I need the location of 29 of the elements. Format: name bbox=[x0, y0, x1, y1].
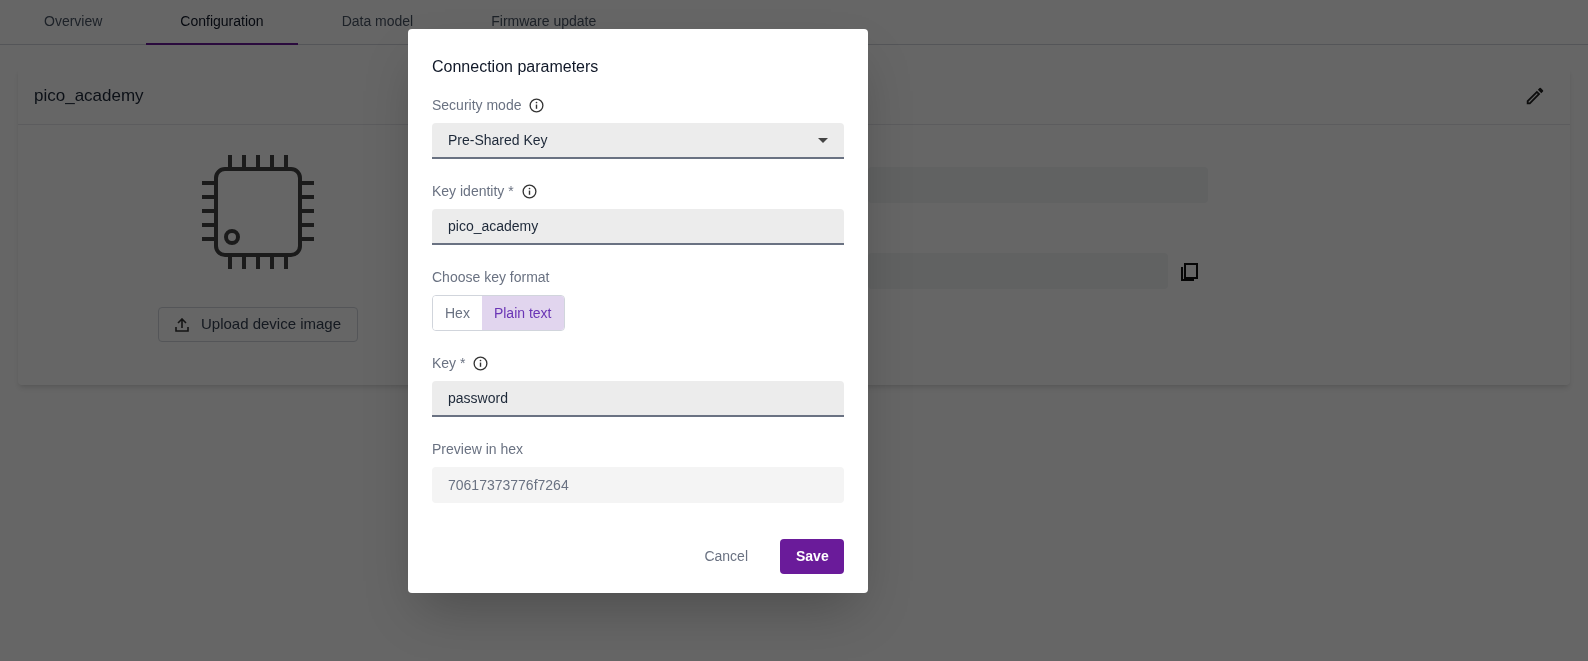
tab[interactable]: Data model bbox=[307, 0, 448, 45]
field-label: Key identity * bbox=[432, 182, 514, 201]
field-label: Key * bbox=[432, 354, 466, 373]
dropdown-caret-icon bbox=[818, 137, 828, 143]
input-field[interactable]: password bbox=[432, 381, 844, 417]
field-label: Choose key format bbox=[432, 268, 550, 287]
field-label: Security mode bbox=[432, 96, 522, 115]
save-button[interactable]: Save bbox=[780, 539, 844, 574]
upload-icon bbox=[174, 317, 189, 332]
info-icon[interactable] bbox=[473, 356, 489, 371]
info-icon[interactable] bbox=[521, 184, 537, 199]
input-field[interactable]: pico_academy bbox=[432, 209, 844, 245]
tab[interactable]: Configuration bbox=[146, 0, 298, 45]
security-mode-select[interactable]: Pre-Shared Key bbox=[432, 123, 844, 159]
info-icon[interactable] bbox=[529, 98, 545, 113]
cancel-button[interactable]: Cancel bbox=[696, 539, 756, 574]
tab[interactable]: Overview bbox=[10, 0, 137, 45]
tab[interactable]: Firmware update bbox=[457, 0, 631, 45]
text-field[interactable] bbox=[868, 253, 1168, 289]
copy-icon[interactable] bbox=[1180, 260, 1200, 282]
preview-field[interactable]: 70617373776f7264 bbox=[432, 467, 844, 503]
upload-button[interactable]: Upload device image bbox=[157, 307, 359, 342]
field-label: Preview in hex bbox=[432, 440, 524, 459]
chip-icon bbox=[202, 155, 314, 269]
device-name: pico_academy bbox=[34, 85, 144, 108]
dialog-title: Connection parameters bbox=[432, 57, 600, 77]
text-field[interactable] bbox=[868, 167, 1208, 203]
edit-icon[interactable] bbox=[1524, 85, 1546, 107]
format-option[interactable]: Plain text bbox=[481, 296, 564, 330]
